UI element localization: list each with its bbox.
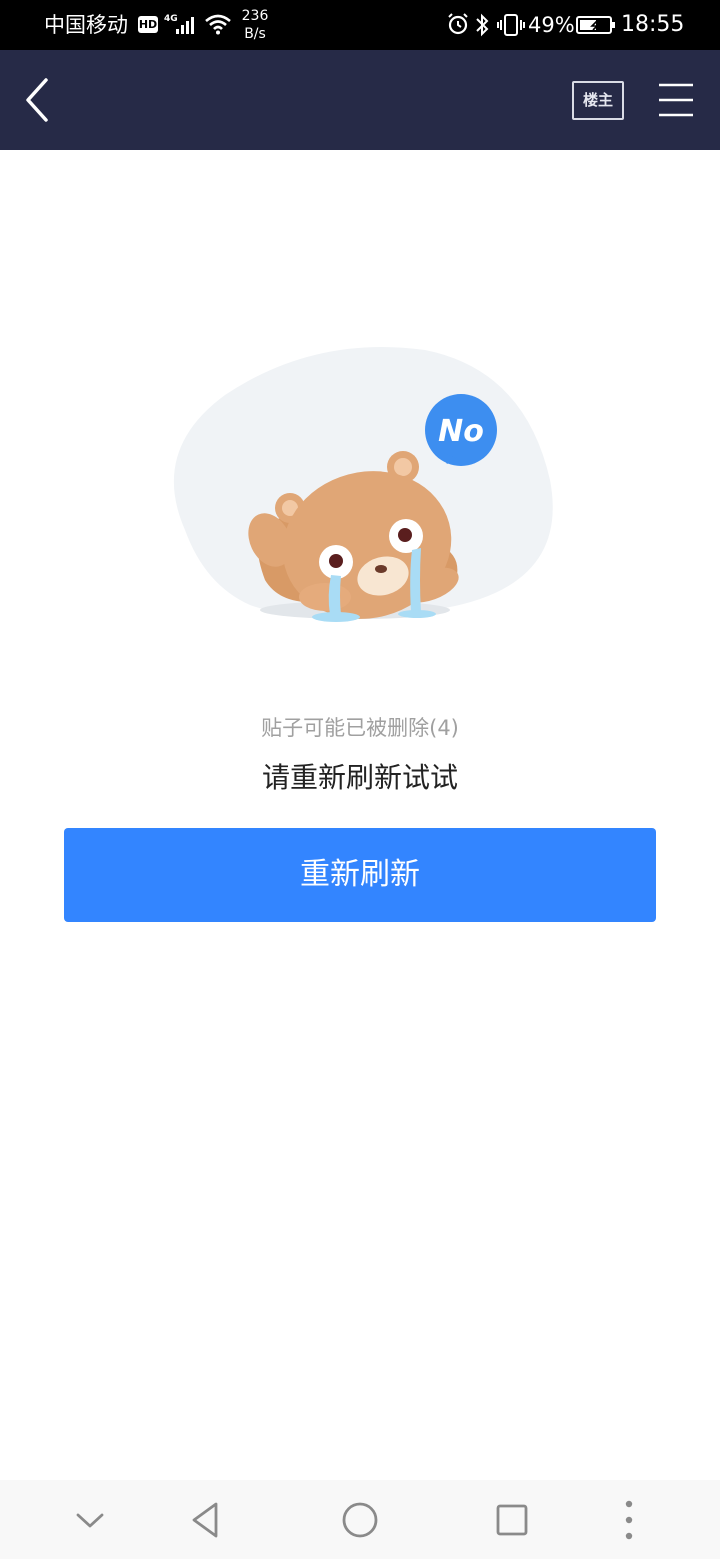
signal-icon: 4G [164, 14, 194, 34]
crying-bear-illustration: No [173, 347, 553, 622]
home-circle-icon[interactable] [336, 1496, 384, 1544]
clock: 18:55 [621, 12, 685, 37]
retry-hint: 请重新刷新试试 [261, 761, 458, 794]
system-nav-bar [0, 1480, 720, 1559]
hamburger-menu-icon[interactable] [656, 80, 696, 120]
back-triangle-icon[interactable] [182, 1496, 230, 1544]
speed-unit: B/s [244, 26, 266, 42]
wifi-icon [205, 14, 231, 35]
bluetooth-icon [476, 13, 489, 37]
refresh-button[interactable]: 重新刷新 [64, 828, 656, 922]
status-bar: 中国移动 HD 4G 236 B/s 49% 18:55 [0, 0, 720, 50]
network-speed: 236 B/s [238, 7, 272, 43]
top-nav-bar: 楼主 [0, 50, 720, 150]
bubble-text: No [438, 414, 484, 449]
error-message: 贴子可能已被删除(4) [261, 716, 459, 740]
battery-icon [576, 16, 615, 34]
more-dots-icon[interactable] [605, 1496, 653, 1544]
network-type-label: 4G [164, 14, 178, 24]
owner-only-button[interactable]: 楼主 [572, 81, 624, 120]
screen: 中国移动 HD 4G 236 B/s 49% 18:55 楼主 No 贴子可能已… [0, 0, 720, 1559]
chevron-left-icon[interactable] [18, 74, 58, 126]
collapse-chevron-icon[interactable] [66, 1496, 114, 1544]
hd-badge: HD [138, 16, 158, 33]
battery-percent: 49% [528, 13, 575, 37]
alarm-icon [448, 13, 468, 35]
recents-square-icon[interactable] [488, 1496, 536, 1544]
vibrate-icon [497, 14, 525, 36]
no-speech-bubble: No [425, 394, 497, 466]
carrier-label: 中国移动 [44, 13, 128, 37]
speed-value: 236 [241, 8, 269, 24]
